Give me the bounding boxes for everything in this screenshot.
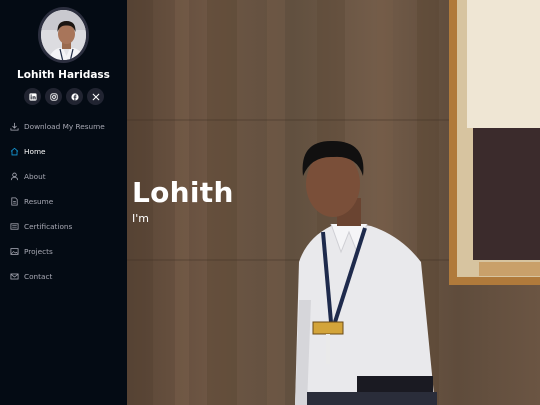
- nav-item-label: Projects: [24, 246, 53, 256]
- nav-item-label: Download My Resume: [24, 121, 105, 131]
- nav-item-resume[interactable]: Resume: [10, 191, 122, 211]
- sidebar: Lohith Haridass Download My Resume Home …: [0, 0, 127, 405]
- nav-item-label: About: [24, 171, 46, 181]
- person-photo: [295, 140, 437, 405]
- nav-item-download-resume[interactable]: Download My Resume: [10, 116, 122, 136]
- hero-title: Lohith: [132, 176, 234, 209]
- x-button[interactable]: [87, 88, 104, 105]
- facebook-icon: [70, 92, 79, 101]
- nav-item-about[interactable]: About: [10, 166, 122, 186]
- facebook-button[interactable]: [66, 88, 83, 105]
- linkedin-icon: [28, 92, 37, 101]
- file-icon: [10, 196, 19, 206]
- instagram-button[interactable]: [45, 88, 62, 105]
- nav-item-label: Home: [24, 146, 46, 156]
- nav-item-label: Certifications: [24, 221, 73, 231]
- envelope-icon: [10, 272, 19, 281]
- nav-item-certifications[interactable]: Certifications: [10, 216, 122, 236]
- x-icon: [92, 93, 99, 100]
- image-icon: [10, 247, 19, 256]
- download-icon: [10, 122, 19, 131]
- profile-name: Lohith Haridass: [17, 69, 110, 81]
- nav-item-home[interactable]: Home: [10, 141, 122, 161]
- nav-item-label: Resume: [24, 196, 54, 206]
- nav-item-contact[interactable]: Contact: [10, 266, 122, 286]
- social-links: [24, 88, 104, 106]
- linkedin-button[interactable]: [24, 88, 41, 105]
- hero-section: Lohith I'm: [127, 0, 540, 405]
- hero-subtitle: I'm: [132, 212, 149, 225]
- house-icon: [10, 147, 19, 156]
- nav-item-label: Contact: [24, 271, 53, 281]
- person-icon: [10, 172, 19, 181]
- instagram-icon: [49, 92, 58, 101]
- nav-item-projects[interactable]: Projects: [10, 241, 122, 261]
- profile-photo: [41, 10, 86, 60]
- certificate-icon: [10, 222, 19, 231]
- avatar: [38, 7, 89, 63]
